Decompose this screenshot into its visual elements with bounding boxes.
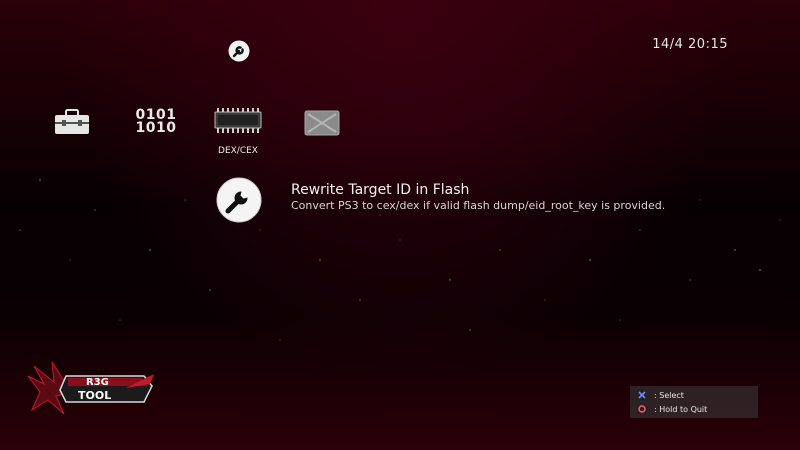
wrench-icon: [228, 40, 250, 62]
button-hints: : Select : Hold to Quit: [630, 386, 758, 418]
circle-button-icon: [636, 403, 648, 415]
clock: 14/4 20:15: [652, 37, 728, 52]
cross-button-icon: [636, 389, 648, 401]
binary-line: 1010: [135, 120, 177, 136]
binary-icon: 0101 1010: [126, 100, 186, 144]
chip-icon: [208, 100, 268, 144]
category-dex-cex[interactable]: DEX/CEX: [208, 100, 268, 156]
menu-item-rewrite-target-id[interactable]: Rewrite Target ID in Flash Convert PS3 t…: [216, 177, 676, 223]
menu-item-title: Rewrite Target ID in Flash: [291, 182, 470, 198]
hint-quit: : Hold to Quit: [636, 402, 707, 416]
category-label: DEX/CEX: [218, 146, 258, 156]
wrench-icon: [216, 177, 262, 223]
category-folder[interactable]: [292, 100, 352, 156]
folder-icon: [292, 100, 352, 144]
r3g-tool-logo: R3G TOOL: [26, 356, 156, 422]
hint-select-label: : Select: [654, 390, 684, 400]
logo-text-line1: R3G: [86, 377, 109, 388]
category-binary[interactable]: 0101 1010: [126, 100, 186, 156]
menu-item-description: Convert PS3 to cex/dex if valid flash du…: [291, 199, 666, 212]
hint-select: : Select: [636, 388, 684, 402]
hint-quit-label: : Hold to Quit: [654, 404, 708, 414]
toolbox-icon: [42, 100, 102, 144]
logo-text-line2: TOOL: [78, 389, 111, 402]
category-toolbox[interactable]: [42, 100, 102, 156]
